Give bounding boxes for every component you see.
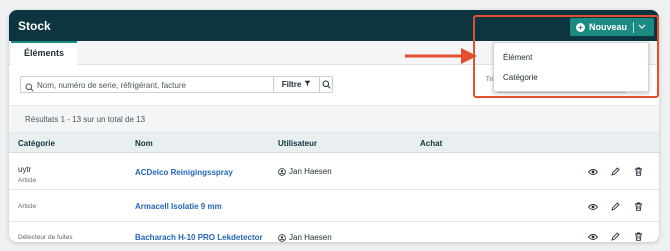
column-header-user[interactable]: Utilisateur [278,139,317,148]
table-row[interactable]: Article Armacell Isolatie 9 mm [9,191,659,222]
search-input[interactable] [37,79,267,91]
user-icon [278,167,286,176]
search-box: Filtre [20,76,333,93]
row-category: uytr [18,165,32,174]
edit-icon[interactable] [610,201,621,212]
search-icon [322,80,331,89]
column-header-name[interactable]: Nom [135,139,153,148]
row-actions [587,231,644,242]
table-header: Catégorie Nom Utilisateur Achat [9,133,659,153]
edit-icon[interactable] [610,231,621,242]
view-icon[interactable] [587,166,598,177]
results-bar: Résultats 1 - 13 sur un total de 13 [9,105,659,133]
table-row[interactable]: Détecteur de fuites Bacharach H-10 PRO L… [9,223,659,242]
row-actions [587,201,644,212]
row-user: Jan Haesen [278,233,332,242]
annotation-highlight-box [473,15,659,98]
column-header-purchase[interactable]: Achat [420,139,442,148]
tab-elements[interactable]: Éléments [11,41,77,65]
page-title: Stock [18,19,51,33]
row-name-link[interactable]: Armacell Isolatie 9 mm [135,202,222,211]
results-count: Résultats 1 - 13 sur un total de 13 [25,115,146,124]
row-user-name: Jan Haesen [289,167,332,176]
row-actions [587,166,644,177]
filter-label: Filtre [281,80,302,89]
filter-button[interactable]: Filtre [273,77,319,92]
row-subcategory: Article [18,203,37,210]
delete-icon[interactable] [633,166,644,177]
table-row[interactable]: uytr Article ACDelco Reinigingsspray Jan… [9,153,659,190]
edit-icon[interactable] [610,166,621,177]
row-user: Jan Haesen [278,167,332,176]
filter-icon [304,80,311,89]
row-name-link[interactable]: ACDelco Reinigingsspray [135,168,233,177]
search-button[interactable] [319,77,333,92]
row-name-link[interactable]: Bacharach H-10 PRO Lekdetector [135,233,263,242]
delete-icon[interactable] [633,201,644,212]
view-icon[interactable] [587,231,598,242]
row-subcategory: Détecteur de fuites [18,234,73,241]
user-icon [278,233,286,242]
view-icon[interactable] [587,201,598,212]
annotation-arrow-icon [405,48,477,64]
row-user-name: Jan Haesen [289,233,332,242]
row-subcategory: Article [18,177,37,184]
column-header-category[interactable]: Catégorie [18,139,55,148]
search-icon [25,79,34,97]
delete-icon[interactable] [633,231,644,242]
